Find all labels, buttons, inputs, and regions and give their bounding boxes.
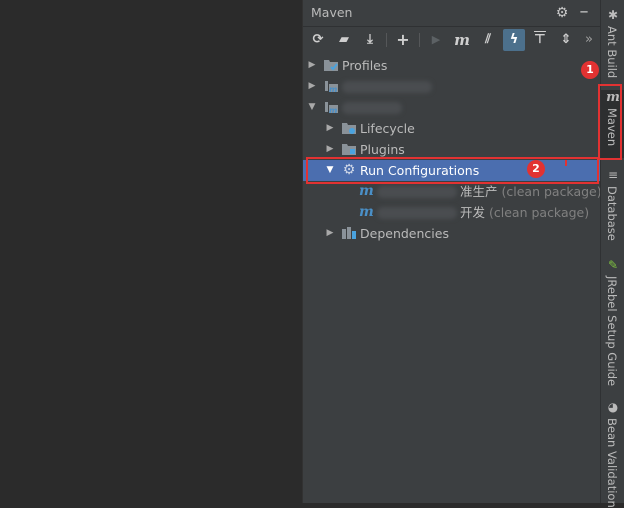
config-hint: (clean package)	[489, 205, 590, 220]
tree-item-profiles[interactable]: ▶ Profiles	[303, 55, 600, 76]
tree-item-label: 开发 (clean package)	[460, 205, 590, 220]
annotation-badge: 1	[581, 61, 599, 79]
right-tool-strip: ✱ Ant Build m Maven ≡ Database ✎ JRebel …	[600, 0, 624, 508]
plus-icon[interactable]: +	[392, 29, 414, 51]
maven-project-icon: m	[325, 81, 338, 94]
tab-label: JRebel Setup Guide	[605, 276, 619, 387]
database-icon: ≡	[607, 168, 619, 182]
bean-icon: ◕	[607, 400, 619, 414]
tab-ant-build[interactable]: ✱ Ant Build	[601, 8, 624, 80]
tree-item-dependencies[interactable]: ▶ Dependencies	[303, 223, 600, 244]
redacted-project-name	[342, 102, 402, 114]
toolbar-separator	[419, 33, 420, 47]
dependencies-icon	[342, 227, 356, 239]
plugins-folder-icon	[342, 144, 356, 155]
panel-title: Maven	[311, 5, 353, 20]
maven-project-icon: m	[325, 102, 338, 115]
maven-toolbar: ⟳ ▰ ⤓ + ▶ m ⫽ ϟ ⊤ ⇕ »	[303, 27, 600, 53]
expand-arrow-icon[interactable]: ▶	[324, 118, 336, 139]
download-icon[interactable]: ⤓	[359, 29, 381, 51]
annotation-mark	[565, 160, 567, 166]
collapse-icon[interactable]: ⇕	[555, 29, 577, 51]
diagram-icon[interactable]: ⊤	[529, 29, 551, 51]
annotation-box-run-configurations	[306, 157, 599, 184]
tab-bean-validation[interactable]: ◕ Bean Validation	[601, 400, 624, 508]
lifecycle-folder-icon	[342, 123, 356, 134]
tree-item-label: Profiles	[342, 58, 388, 73]
maven-tool-window: Maven ⚙ – ⟳ ▰ ⤓ + ▶ m ⫽ ϟ ⊤ ⇕ » ▶ Profil…	[303, 0, 602, 503]
tab-database[interactable]: ≡ Database	[601, 168, 624, 241]
editor-area	[0, 0, 303, 503]
expand-arrow-icon[interactable]: ▶	[306, 76, 318, 97]
chevrons-right-icon[interactable]: »	[581, 29, 597, 51]
offline-icon[interactable]: ⫽	[477, 29, 499, 51]
tree-item-label: Lifecycle	[360, 121, 415, 136]
collapse-arrow-icon[interactable]: ▼	[306, 97, 318, 118]
svg-text:m: m	[329, 85, 337, 94]
folder-refresh-icon[interactable]: ▰	[333, 29, 355, 51]
tree-item-label: 准生产 (clean package)	[460, 184, 602, 199]
redacted-config-name	[377, 207, 457, 219]
redacted-config-name	[377, 186, 457, 198]
tree-item-project[interactable]: ▼ m	[303, 97, 600, 118]
tree-item-project[interactable]: ▶ m	[303, 76, 600, 97]
redacted-project-name	[342, 81, 432, 93]
expand-arrow-icon[interactable]: ▶	[306, 55, 318, 76]
gear-icon[interactable]: ⚙	[552, 3, 572, 23]
tab-label: Bean Validation	[605, 418, 619, 508]
tree-item-run-config[interactable]: m 准生产 (clean package)	[303, 181, 602, 202]
maven-m-icon[interactable]: m	[451, 29, 473, 51]
svg-text:m: m	[329, 106, 337, 115]
panel-header: Maven ⚙ –	[303, 0, 600, 27]
maven-m-icon: m	[359, 204, 374, 220]
config-hint: (clean package)	[501, 184, 602, 199]
tree-item-lifecycle[interactable]: ▶ Lifecycle	[303, 118, 600, 139]
jrebel-icon: ✎	[607, 258, 619, 272]
tab-label: Database	[605, 186, 619, 241]
tab-jrebel-setup-guide[interactable]: ✎ JRebel Setup Guide	[601, 258, 624, 386]
toolbar-separator	[386, 33, 387, 47]
minimize-icon[interactable]: –	[574, 3, 594, 23]
tree-item-label: Dependencies	[360, 226, 449, 241]
expand-arrow-icon[interactable]: ▶	[324, 223, 336, 244]
play-icon[interactable]: ▶	[425, 29, 447, 51]
tree-item-run-config[interactable]: m 开发 (clean package)	[303, 202, 600, 223]
lightning-icon[interactable]: ϟ	[503, 29, 525, 51]
refresh-icon[interactable]: ⟳	[307, 29, 329, 51]
tab-label: Ant Build	[605, 26, 619, 79]
profiles-folder-icon	[324, 60, 338, 71]
maven-m-icon: m	[359, 183, 374, 199]
annotation-badge: 2	[527, 160, 545, 178]
annotation-box-maven-tab	[598, 84, 622, 160]
ant-icon: ✱	[607, 8, 619, 22]
